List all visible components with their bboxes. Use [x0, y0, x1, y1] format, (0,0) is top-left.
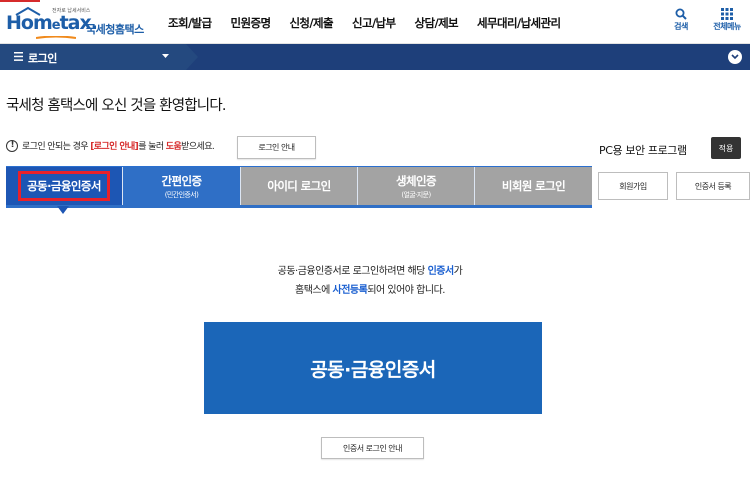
tab-label: 공동·금융인증서 — [18, 171, 110, 201]
tab-sublabel: (얼굴·지문) — [401, 190, 431, 199]
warning-icon — [6, 139, 18, 152]
all-menu-label: 전체메뉴 — [713, 22, 741, 31]
hamburger-icon — [14, 52, 23, 61]
chevron-down-icon — [731, 54, 739, 60]
grid-menu-icon — [721, 8, 733, 20]
joint-financial-cert-login-button[interactable]: 공동·금융인증서 — [204, 322, 542, 414]
nav-item-certificate[interactable]: 민원증명 — [231, 15, 272, 31]
description-text: 홈택스에 — [295, 285, 330, 296]
security-apply-button[interactable]: 적용 — [711, 137, 741, 159]
login-guide-button[interactable]: 로그인 안내 — [237, 136, 316, 159]
description-text: 공동·금융인증서로 로그인하려면 해당 — [277, 266, 426, 277]
tab-biometric[interactable]: 생체인증 (얼굴·지문) — [358, 167, 475, 205]
logo-brand-part-a: Hom — [6, 12, 53, 34]
expand-button[interactable] — [728, 50, 742, 64]
global-nav: 조회/발급 민원증명 신청/제출 신고/납부 상담/제보 세무대리/납세관리 — [168, 15, 580, 31]
notice-text-post: 받으세요. — [181, 142, 215, 152]
cert-login-guide-button[interactable]: 인증서 로그인 안내 — [321, 437, 424, 459]
tab-id-login[interactable]: 아이디 로그인 — [241, 167, 358, 205]
join-button[interactable]: 회원가입 — [598, 172, 668, 200]
search-button[interactable]: 검색 — [664, 8, 698, 32]
tab-sublabel: (민간인증서) — [164, 190, 199, 199]
chevron-down-icon — [162, 54, 169, 58]
search-label: 검색 — [674, 22, 688, 31]
description-highlight: 사전등록 — [332, 285, 368, 296]
breadcrumb-label: 로그인 — [28, 52, 57, 65]
top-red-line — [0, 0, 40, 2]
notice-text-pre: 로그인 안되는 경우 — [22, 142, 89, 152]
top-icons: 검색 전체메뉴 — [664, 8, 744, 32]
logo-swoosh-icon — [36, 36, 76, 39]
side-buttons: 회원가입 인증서 등록 — [598, 172, 750, 200]
cert-description: 공동·금융인증서로 로그인하려면 해당 인증서가 홈택스에 사전등록되어 있어야… — [0, 262, 740, 300]
logo-brand: Hometax. — [6, 12, 98, 34]
nav-item-inquiry[interactable]: 조회/발급 — [168, 15, 212, 31]
logo-brand-part-e: e — [51, 18, 61, 33]
breadcrumb-bar: 로그인 — [0, 44, 750, 70]
tab-joint-financial-cert[interactable]: 공동·금융인증서 — [6, 167, 123, 205]
description-text: 되어 있어야 합니다. — [367, 285, 445, 296]
breadcrumb-menu[interactable]: 로그인 — [0, 44, 198, 70]
tab-label: 생체인증 — [396, 173, 437, 188]
page-title: 국세청 홈택스에 오신 것을 환영합니다. — [6, 98, 226, 114]
description-text: 가 — [453, 266, 463, 277]
login-notice: 로그인 안되는 경우 [로그인 안내]를 눌러 도움받으세요. — [6, 139, 215, 152]
notice-highlight-help: 도움 — [165, 142, 182, 152]
tab-non-member[interactable]: 비회원 로그인 — [475, 167, 592, 205]
hometax-logo[interactable]: 전자로 납세서비스 Hometax. 국세청홈택스 — [6, 6, 146, 40]
notice-highlight-guide: [로그인 안내] — [90, 142, 139, 152]
nav-item-tax-agent[interactable]: 세무대리/납세관리 — [477, 15, 561, 31]
pc-security-label: PC용 보안 프로그램 — [599, 144, 687, 157]
top-header: 전자로 납세서비스 Hometax. 국세청홈택스 조회/발급 민원증명 신청/… — [0, 0, 750, 44]
logo-korean-name: 국세청홈택스 — [86, 23, 144, 36]
nav-item-consulting[interactable]: 상담/제보 — [415, 15, 459, 31]
tab-label: 간편인증 — [161, 173, 203, 188]
cert-register-button[interactable]: 인증서 등록 — [676, 172, 750, 200]
active-tab-pointer — [57, 206, 69, 214]
tab-label: 아이디 로그인 — [267, 179, 331, 193]
description-line-2: 홈택스에 사전등록되어 있어야 합니다. — [0, 281, 740, 300]
description-line-1: 공동·금융인증서로 로그인하려면 해당 인증서가 — [0, 262, 740, 281]
notice-text-mid: 를 눌러 — [138, 142, 164, 152]
search-icon — [675, 8, 687, 20]
nav-item-application[interactable]: 신청/제출 — [289, 15, 333, 31]
all-menu-button[interactable]: 전체메뉴 — [710, 8, 744, 32]
nav-item-filing[interactable]: 신고/납부 — [352, 15, 396, 31]
tab-simple-auth[interactable]: 간편인증 (민간인증서) — [123, 167, 241, 205]
login-tabs: 공동·금융인증서 간편인증 (민간인증서) 아이디 로그인 생체인증 (얼굴·지… — [6, 167, 592, 205]
tab-label: 비회원 로그인 — [501, 179, 566, 193]
description-highlight: 인증서 — [427, 266, 455, 277]
